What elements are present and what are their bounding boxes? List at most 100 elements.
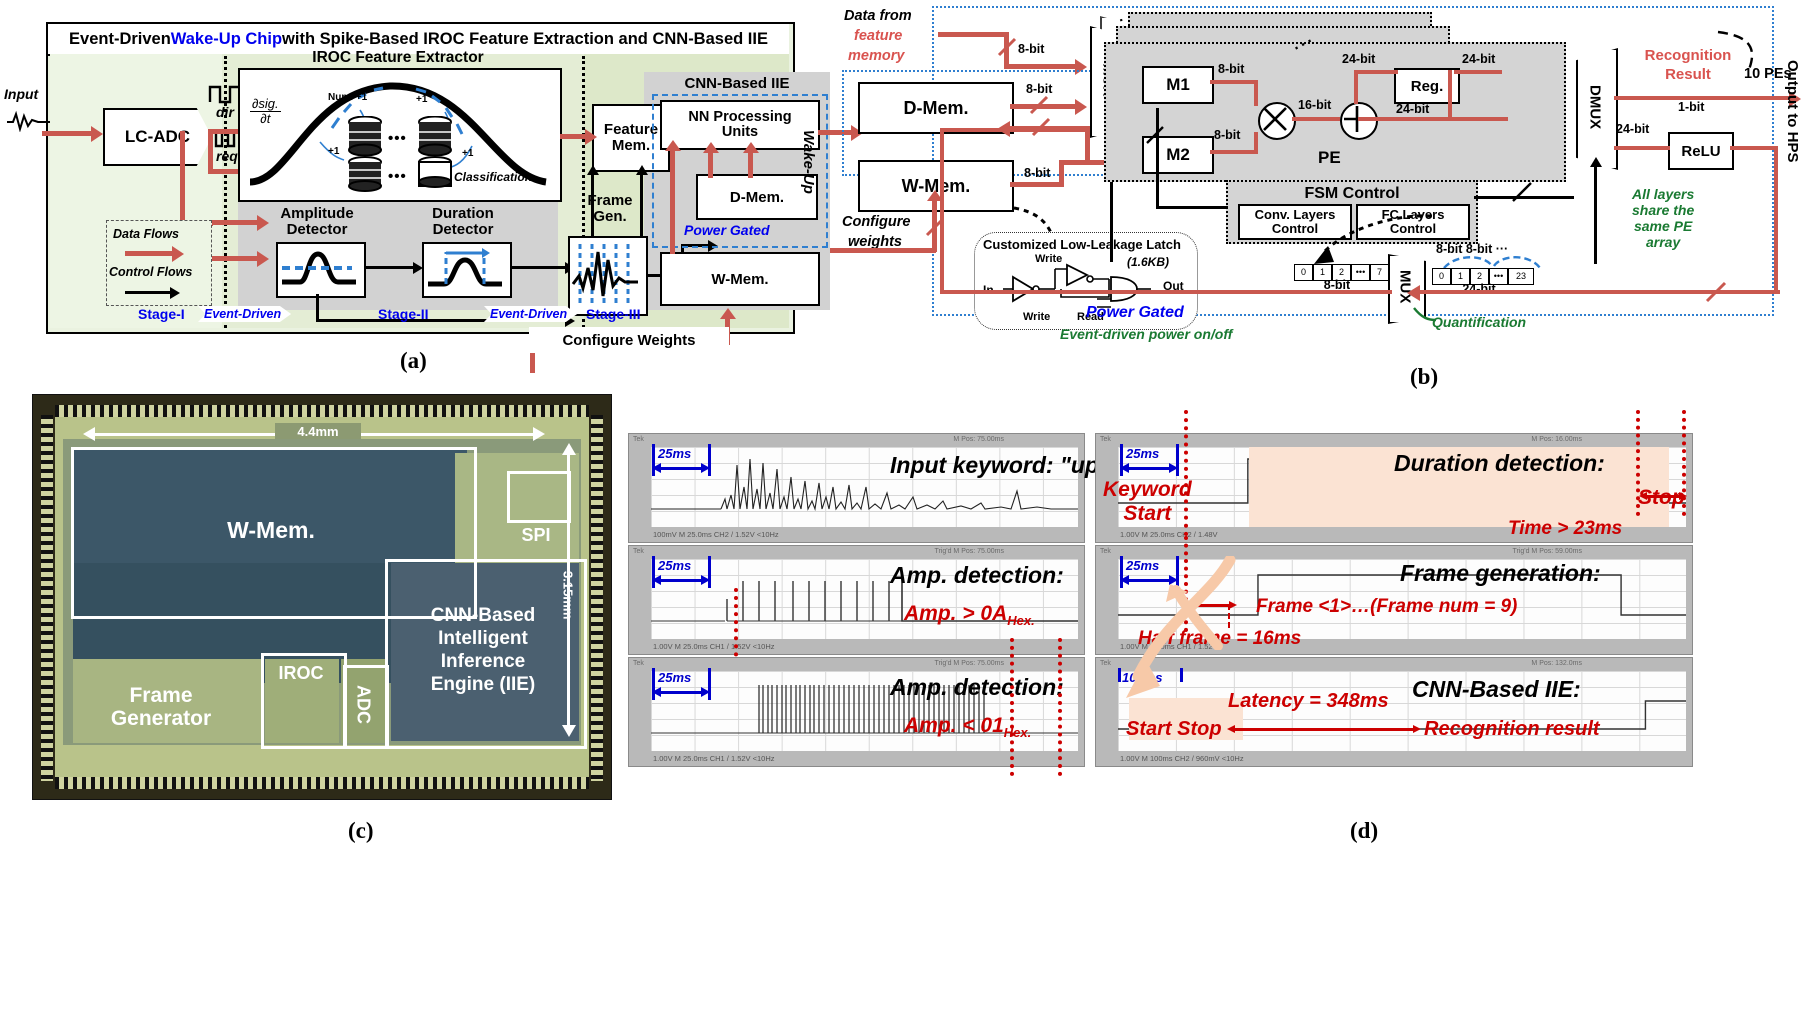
event-driven-badge-2: Event-Driven xyxy=(484,306,578,322)
slash-icon-2 xyxy=(1029,95,1049,115)
scope2-top-status: Tek Trig'd M Pos: 75.00ms xyxy=(629,546,1084,558)
m1-to-mult-h xyxy=(1210,80,1258,84)
output-to-hps-label: Output to HPS xyxy=(1784,60,1801,163)
iroc-feature-extractor-box: ∂sig. ∂t Num. +1 +1 +1 +1 ••• ••• Classi… xyxy=(238,68,562,202)
scope2-title: Amp. detection: xyxy=(890,562,1064,588)
bin-icon-2 xyxy=(418,116,452,156)
scope2-annotation-sub: Hex. xyxy=(1007,613,1035,629)
die-surface: W-Mem. SPI CNN-Based Intelligent Inferen… xyxy=(55,413,589,781)
slash-icon-1 xyxy=(997,37,1017,57)
stage-2-label: Stage-II xyxy=(378,306,429,322)
reg-in-bits: 24-bit xyxy=(1342,52,1376,66)
mux2-out-top-h xyxy=(940,128,1090,132)
dmux-block[interactable]: DMUX xyxy=(1576,48,1618,170)
die-spi-label: SPI xyxy=(521,524,551,545)
recog-bit-label: 1-bit xyxy=(1678,100,1705,114)
m2-to-mult-v xyxy=(1254,132,1258,154)
scope5-pos: Trig'd M Pos: 59.00ms xyxy=(1512,548,1582,555)
derivative-den: ∂t xyxy=(260,111,271,126)
slash-icon-6 xyxy=(1512,182,1532,202)
dur-wave-icon xyxy=(428,248,502,287)
cnn-iie-title: CNN-Based IIE xyxy=(684,74,790,92)
framegen-to-featmem-v2 xyxy=(640,192,643,236)
scope3-pos: Trig'd M Pos: 75.00ms xyxy=(934,660,1004,667)
bondpads-left xyxy=(41,415,53,781)
fsm-control-title: FSM Control xyxy=(1304,185,1400,202)
scope4-cursor-start xyxy=(1184,410,1188,536)
slash-icon-5 xyxy=(1146,126,1164,144)
framegen-to-featmem-arrow1 xyxy=(586,165,599,198)
scope6-brand: Tek xyxy=(1100,660,1111,667)
scope1-title: Input keyword: "up" xyxy=(890,452,1110,478)
scope1-top-status: Tek M Pos: 75.00ms xyxy=(629,434,1084,446)
bin-icon-1 xyxy=(348,116,382,156)
adder-icon xyxy=(1340,102,1378,140)
num-plus-label: Num. +1 xyxy=(328,92,368,103)
scope4-pos: M Pos: 16.00ms xyxy=(1531,436,1582,443)
m2-out-bits: 8-bit xyxy=(1214,128,1241,142)
latch-title: Customized Low-Leakage Latch xyxy=(983,237,1181,252)
scope3-title: Amp. detection: xyxy=(890,674,1064,700)
scope3-time-arrow xyxy=(652,687,710,697)
quantification-label: Quantification xyxy=(1432,314,1527,330)
add-out-h xyxy=(1358,117,1508,121)
frame-gen-graphic xyxy=(568,236,648,316)
bondpads-right xyxy=(591,415,603,781)
scope6-start-stop-label: Start Stop xyxy=(1126,718,1222,740)
nn-processing-units-block: NN Processing Units xyxy=(660,100,820,150)
all-layers-note: All layers share the same PE array xyxy=(1632,186,1695,251)
scope4-cursor-stop2 xyxy=(1682,410,1686,516)
plus-one-right: +1 xyxy=(462,148,474,159)
lc-adc-label: LC-ADC xyxy=(103,108,212,166)
cfgw-h-b xyxy=(830,248,936,253)
pe-label: PE xyxy=(1318,148,1341,167)
amp-to-dur-arrow xyxy=(366,261,423,274)
pe-count-brace-icon xyxy=(1717,30,1754,73)
die-height-arrow-b xyxy=(562,725,576,737)
relu-out-v xyxy=(1774,146,1778,292)
scope3-brand: Tek xyxy=(633,660,644,667)
die-framegen-label: Frame Generator xyxy=(110,683,212,730)
configure-weights-label-a: Configure Weights xyxy=(529,327,729,353)
caption-a: (a) xyxy=(400,348,427,373)
scope3-annotation-sub: Hex. xyxy=(1003,725,1032,741)
title-highlight: Wake-Up Chip xyxy=(170,29,283,48)
scope5-title: Frame generation: xyxy=(1400,560,1601,586)
configure-weights-line1-b: Configure xyxy=(842,214,911,230)
fsm-in-line xyxy=(1156,206,1228,209)
scope2-time-arrow xyxy=(652,575,710,585)
m1-out-bits: 8-bit xyxy=(1218,62,1245,76)
iroc-to-featmem-arrow xyxy=(560,128,597,145)
bin-icon-3 xyxy=(348,156,382,192)
data-to-amp-arrow xyxy=(208,214,269,231)
caption-d: (d) xyxy=(1350,818,1379,843)
reg-fb-v xyxy=(1448,70,1452,118)
die-iie-label: CNN-Based Intelligent Inference Engine (… xyxy=(430,605,536,695)
scope6-bottom-text: 1.00V M 100ms CH2 / 960mV <10Hz xyxy=(1120,754,1244,763)
mux2-out-v xyxy=(940,128,944,294)
bit-label-2: 8-bit xyxy=(1026,82,1053,96)
bondpads-bottom xyxy=(55,777,589,789)
amp-wave-icon xyxy=(282,251,356,285)
scope6-title: CNN-Based IIE: xyxy=(1412,676,1581,702)
slash-icon-3 xyxy=(1031,117,1051,137)
wake-up-label: Wake-Up xyxy=(800,130,817,194)
multiply-glyph xyxy=(1263,107,1287,131)
lc-adc-block: LC-ADC xyxy=(103,108,212,166)
scope3-top-status: Tek Trig'd M Pos: 75.00ms xyxy=(629,658,1084,670)
scope4-stop-arrow xyxy=(1639,492,1687,499)
add-to-reg-h xyxy=(1354,70,1398,74)
scope1-pos: M Pos: 75.00ms xyxy=(953,436,1004,443)
scope6-annotation: Latency = 348ms xyxy=(1228,690,1389,712)
wmem-to-nn-v xyxy=(670,152,675,254)
feature-label: feature xyxy=(854,28,903,44)
scope4-title: Duration detection: xyxy=(1394,450,1605,476)
die-height-arrow-t xyxy=(562,443,576,455)
bondpads-top xyxy=(55,405,589,417)
cfgw-arrow-b xyxy=(926,190,943,214)
mult-to-add xyxy=(1292,117,1340,121)
featmem-to-mux-arrow xyxy=(1004,58,1087,75)
scope4-bottom-text: 1.00V M 25.0ms CH2 / 1.48V xyxy=(1120,530,1218,539)
relu-out-h xyxy=(1730,146,1778,150)
bins-dots-bottom: ••• xyxy=(388,168,407,185)
